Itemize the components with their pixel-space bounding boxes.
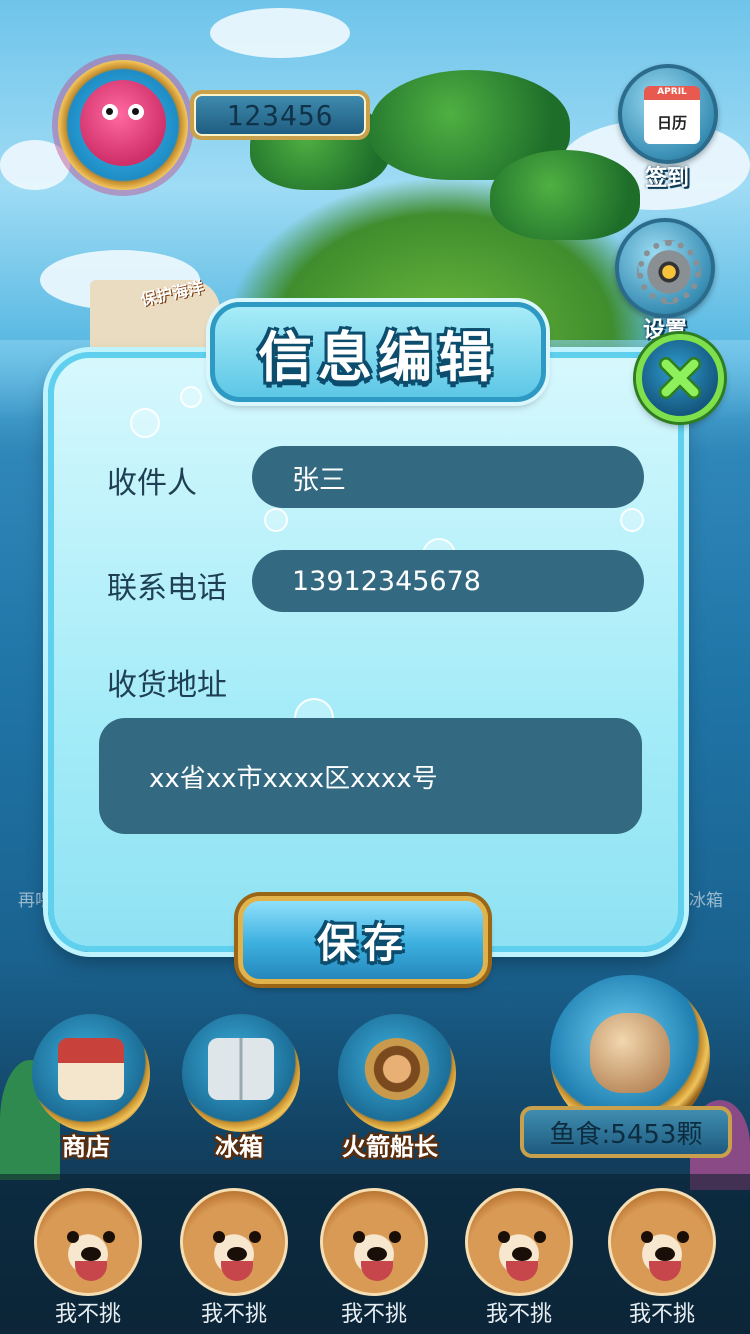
background-hint-left: 再喂 <box>18 891 52 911</box>
pet-name: 我不挑 <box>340 1302 407 1327</box>
recipient-value: 张三 <box>292 464 346 496</box>
recipient-label: 收件人 <box>107 466 197 501</box>
pirate-captain-button[interactable] <box>338 1014 456 1132</box>
pirate-captain-label: 火箭船长 <box>342 1133 438 1161</box>
checkin-button[interactable]: APRIL 日历 <box>618 64 718 164</box>
checkin-label: 签到 <box>645 166 690 191</box>
pet-slot[interactable]: 我不挑 <box>465 1188 573 1328</box>
pet-slot[interactable]: 我不挑 <box>180 1188 288 1328</box>
dog-avatar-icon <box>180 1188 288 1296</box>
bubble-decoration <box>180 386 202 408</box>
dog-avatar-icon <box>34 1188 142 1296</box>
phone-label: 联系电话 <box>107 571 227 606</box>
gear-icon <box>637 240 701 304</box>
score-display: 123456 <box>190 90 370 140</box>
sky-cloud <box>0 140 70 190</box>
bubble-decoration <box>264 508 288 532</box>
fridge-icon <box>208 1038 274 1100</box>
shop-icon <box>58 1038 124 1100</box>
calendar-icon-text: 日历 <box>656 113 687 132</box>
dog-avatar-icon <box>608 1188 716 1296</box>
sky-cloud <box>210 8 350 58</box>
phone-field[interactable]: 13912345678 <box>252 550 644 612</box>
fish-food-sack-icon <box>590 1013 670 1093</box>
pet-slot[interactable]: 我不挑 <box>608 1188 716 1328</box>
bubble-decoration <box>620 508 644 532</box>
fish-food-counter: 鱼食:5453颗 <box>520 1106 732 1158</box>
close-button[interactable] <box>636 334 724 422</box>
settings-button[interactable] <box>615 218 715 318</box>
pet-slot[interactable]: 我不挑 <box>34 1188 142 1328</box>
close-x-icon <box>659 357 701 399</box>
info-edit-dialog <box>48 352 684 952</box>
player-avatar[interactable] <box>58 60 188 190</box>
address-label: 收货地址 <box>107 668 227 703</box>
calendar-icon: APRIL 日历 <box>644 86 700 144</box>
fish-food-label: 鱼食:5453颗 <box>549 1119 703 1150</box>
octopus-avatar-icon <box>80 80 166 166</box>
save-button[interactable]: 保存 <box>238 896 488 984</box>
dialog-title: 信息编辑 <box>258 325 498 389</box>
dialog-title-plate: 信息编辑 <box>210 302 546 402</box>
save-button-label: 保存 <box>317 921 409 967</box>
pet-name: 我不挑 <box>628 1302 695 1327</box>
phone-value: 13912345678 <box>292 565 481 597</box>
shop-button[interactable] <box>32 1014 150 1132</box>
pet-name: 我不挑 <box>485 1302 552 1327</box>
calendar-month: APRIL <box>657 87 687 97</box>
dog-avatar-icon <box>320 1188 428 1296</box>
address-value: xx省xx市xxxx区xxxx号 <box>149 763 438 794</box>
pirate-captain-icon <box>364 1038 430 1100</box>
recipient-field[interactable]: 张三 <box>252 446 644 508</box>
fridge-label: 冰箱 <box>215 1133 263 1161</box>
shop-label: 商店 <box>62 1133 110 1161</box>
bubble-decoration <box>130 408 160 438</box>
pet-slot[interactable]: 我不挑 <box>320 1188 428 1328</box>
dog-avatar-icon <box>465 1188 573 1296</box>
fridge-button[interactable] <box>182 1014 300 1132</box>
palm-tree <box>490 150 640 240</box>
pet-name: 我不挑 <box>200 1302 267 1327</box>
pet-name: 我不挑 <box>54 1302 121 1327</box>
score-value: 123456 <box>226 98 334 132</box>
address-field[interactable]: xx省xx市xxxx区xxxx号 <box>99 718 642 834</box>
